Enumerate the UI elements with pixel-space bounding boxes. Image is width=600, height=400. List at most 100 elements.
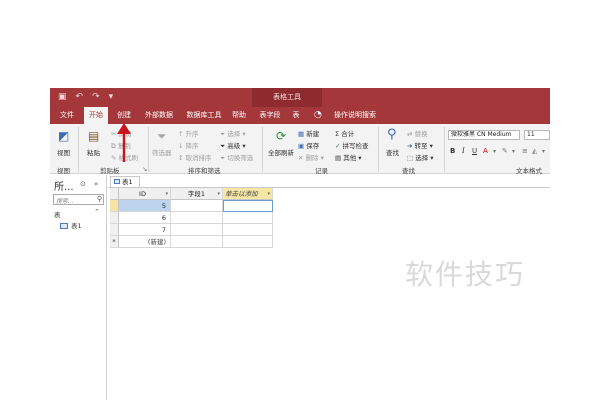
nav-search-input[interactable]: 搜索... ⚲ <box>53 194 104 205</box>
chevron-up-icon[interactable]: ⌃ <box>94 208 100 216</box>
save-icon[interactable]: ▣ <box>58 92 67 103</box>
underline-button[interactable]: U <box>472 147 477 155</box>
context-tab-group: 表格工具 <box>252 88 322 107</box>
group-divider <box>262 127 263 172</box>
nav-group-tables[interactable]: 表 <box>54 209 61 219</box>
table-icon <box>114 179 120 184</box>
row-selector[interactable] <box>110 200 119 212</box>
undo-icon[interactable]: ↶ <box>76 92 84 103</box>
delete-record-button[interactable]: ✕ 删除 ▾ <box>298 152 324 162</box>
redo-icon[interactable]: ↷ <box>92 92 100 103</box>
save-record-button[interactable]: ▣ 保存 <box>298 140 319 150</box>
sort-ascending-button[interactable]: ↑ 升序 <box>178 128 199 138</box>
chevron-down-icon[interactable]: ▾ <box>267 188 270 199</box>
clear-sort-button[interactable]: ↕ 取消排序 <box>178 152 212 162</box>
select-all-cell[interactable] <box>110 188 119 200</box>
row-selector[interactable] <box>110 224 119 236</box>
tab-external-data[interactable]: 外部数据 <box>140 107 178 124</box>
document-tab-table1[interactable]: 表1 <box>110 176 140 187</box>
new-record-marker[interactable]: * <box>110 236 119 248</box>
clipboard-launcher-icon[interactable]: ↘ <box>142 165 147 173</box>
tell-me-search[interactable]: 操作说明搜索 <box>325 107 385 124</box>
refresh-icon: ⟳ <box>276 129 287 143</box>
italic-button[interactable]: I <box>462 147 465 155</box>
group-label-records: 记录 <box>315 167 328 175</box>
totals-button[interactable]: Σ 合计 <box>335 128 354 138</box>
red-arrow-annotation <box>117 123 131 162</box>
view-button[interactable]: 视图 <box>57 147 70 157</box>
new-record-button[interactable]: ▦ 新建 <box>298 128 319 138</box>
fill-color-dropdown-icon[interactable]: ▾ <box>542 148 545 155</box>
nav-item-table1[interactable]: 表1 <box>60 220 82 230</box>
tab-file[interactable]: 文件 <box>54 107 80 124</box>
advanced-button[interactable]: ⏷ 高级 ▾ <box>220 140 246 151</box>
cell-field1-new[interactable] <box>171 236 223 248</box>
tab-table-fields[interactable]: 表字段 <box>256 107 284 124</box>
spelling-button[interactable]: ✓ 拼写检查 <box>335 140 369 150</box>
cell-id[interactable]: 5 <box>119 200 171 212</box>
navigation-pane: 所... ⊙ « 搜索... ⚲ 表 ⌃ 表1 <box>50 175 107 400</box>
refresh-all-button[interactable]: 全部刷新 <box>268 147 294 157</box>
cell-add[interactable] <box>223 224 273 236</box>
paste-button[interactable]: 粘贴 <box>87 147 100 157</box>
table-icon <box>60 223 68 229</box>
selection-button[interactable]: ⏷ 选择 ▾ <box>220 128 246 139</box>
nav-pane-title[interactable]: 所... <box>54 178 74 193</box>
group-divider <box>444 127 445 172</box>
tab-help[interactable]: 帮助 <box>228 107 250 124</box>
cell-id[interactable]: 7 <box>119 224 171 236</box>
search-icon[interactable]: ⚲ <box>97 195 102 203</box>
group-label-clipboard: 剪贴板 <box>100 167 120 175</box>
paste-icon: ▤ <box>88 129 100 143</box>
cell-id-new[interactable]: (新建) <box>119 236 171 248</box>
font-color-icon[interactable]: A <box>483 147 488 155</box>
sort-descending-button[interactable]: ↓ 降序 <box>178 140 199 150</box>
chevron-down-icon[interactable]: ▾ <box>165 188 168 199</box>
bold-button[interactable]: B <box>450 147 455 155</box>
chevron-down-icon[interactable]: ▾ <box>217 188 220 199</box>
filter-button[interactable]: 筛选器 <box>152 147 172 157</box>
column-header-id[interactable]: ID ▾ <box>119 188 171 200</box>
font-name-select[interactable]: 微软雅黑 CN Medium <box>448 130 520 140</box>
nav-menu-dropdown-icon[interactable]: ⊙ <box>80 180 86 188</box>
more-button[interactable]: ▤ 其他 ▾ <box>335 152 362 162</box>
row-selector[interactable] <box>110 212 119 224</box>
column-header-field1[interactable]: 字段1 ▾ <box>171 188 223 200</box>
cell-add[interactable] <box>223 212 273 224</box>
collapse-pane-icon[interactable]: « <box>94 180 98 188</box>
align-icon[interactable]: ≡ <box>522 147 528 155</box>
replace-button[interactable]: ⇄ 替换 <box>407 128 428 138</box>
column-header-click-to-add[interactable]: 单击以添加 ▾ <box>223 188 273 200</box>
toggle-filter-button[interactable]: ⏷ 切换筛选 <box>220 152 253 163</box>
cell-field1[interactable] <box>171 224 223 236</box>
highlight-dropdown-icon[interactable]: ▾ <box>512 148 515 155</box>
select-button[interactable]: ⬚ 选择 ▾ <box>407 152 434 162</box>
font-size-select[interactable]: 11 <box>524 130 550 140</box>
access-window: ▣ ↶ ↷ ▾ 表格工具 文件 开始 创建 外部数据 数据库工具 帮助 表字段 … <box>50 88 550 400</box>
group-divider <box>148 127 149 172</box>
fill-color-icon[interactable]: ◭ <box>532 147 537 155</box>
group-divider <box>378 127 379 172</box>
find-button[interactable]: 查找 <box>386 147 399 157</box>
customize-toolbar-icon[interactable]: ▾ <box>109 92 114 103</box>
view-icon: ◩ <box>58 129 70 143</box>
title-bar: ▣ ↶ ↷ ▾ 表格工具 <box>50 88 550 107</box>
cell-field1[interactable] <box>171 200 223 212</box>
cell-id[interactable]: 6 <box>119 212 171 224</box>
tab-database-tools[interactable]: 数据库工具 <box>182 107 226 124</box>
filter-icon: ⏷ <box>157 129 167 143</box>
tab-home[interactable]: 开始 <box>84 107 108 124</box>
font-color-dropdown-icon[interactable]: ▾ <box>493 148 496 155</box>
lightbulb-icon: ◔ <box>314 110 322 120</box>
cell-add[interactable] <box>223 200 273 212</box>
cell-field1[interactable] <box>171 212 223 224</box>
tab-table[interactable]: 表 <box>288 107 304 124</box>
group-divider <box>78 127 79 172</box>
quick-access-toolbar: ▣ ↶ ↷ ▾ <box>58 92 113 103</box>
group-label-sort-filter: 排序和筛选 <box>188 167 221 175</box>
group-label-text-formatting: 文本格式 <box>516 167 542 175</box>
find-icon: ⚲ <box>387 127 397 142</box>
cell-add-new[interactable] <box>223 236 273 248</box>
goto-button[interactable]: ➜ 转至 ▾ <box>407 140 433 150</box>
highlight-icon[interactable]: ✎ <box>502 147 508 155</box>
